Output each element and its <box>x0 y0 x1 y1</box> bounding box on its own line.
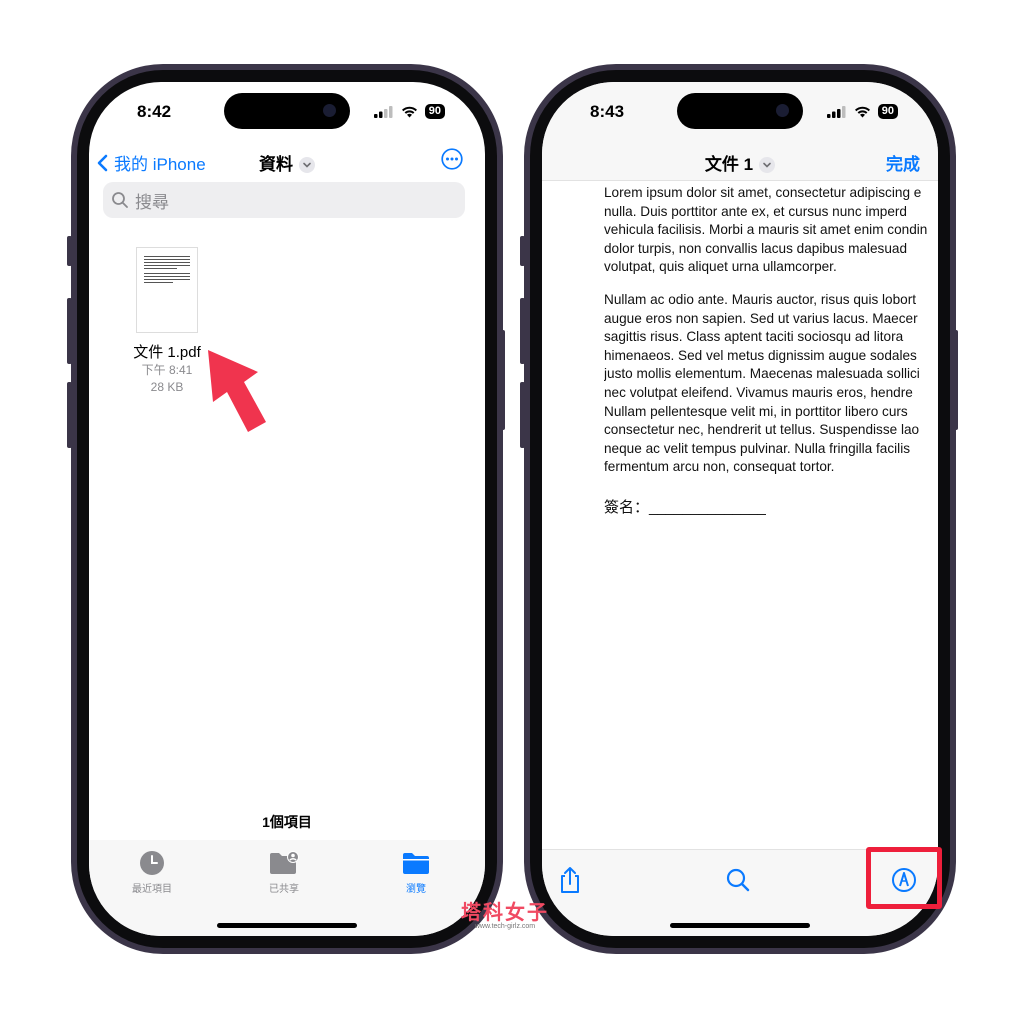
clock-icon <box>140 851 164 875</box>
text-line: himenaeos. Sed vel metus dignissim augue… <box>604 347 917 363</box>
signature-line: 簽名：______________ <box>604 498 766 516</box>
file-name: 文件 1.pdf <box>133 344 201 361</box>
tab-browse-label: 瀏覽 <box>406 884 426 895</box>
status-time: 8:42 <box>137 102 172 121</box>
text-line: justo mollis elementum. Maecenas malesua… <box>604 366 920 382</box>
text-line: Nullam pellentesque velit mi, in porttit… <box>604 403 908 419</box>
pdf-viewer-screen: 8:43 90 文件 1 完成 Lorem ipsum dolor sit am… <box>542 82 938 936</box>
left-phone: 8:42 90 我的 iPhone 資料 搜尋 文件 1.pdf 下午 8:41… <box>71 64 503 954</box>
shared-folder-icon <box>270 851 299 874</box>
done-button[interactable]: 完成 <box>886 150 920 175</box>
tab-browse[interactable]: 瀏覽 <box>371 850 461 895</box>
watermark: 塔科女子 www.tech-girlz.com <box>430 896 580 930</box>
wifi-icon <box>401 106 417 117</box>
text-line: nec volutpat eleifend. Vivamus mauris er… <box>604 384 913 400</box>
paragraph-2: Nullam ac odio ante. Mauris auctor, risu… <box>604 291 938 477</box>
tab-shared[interactable]: 已共享 <box>239 850 329 895</box>
cellular-signal-icon <box>373 105 393 118</box>
tab-recents-label: 最近項目 <box>132 884 172 895</box>
tab-recents[interactable]: 最近項目 <box>107 850 197 895</box>
search-icon[interactable] <box>722 864 754 896</box>
text-line: volutpat, quis aliquet urna ullamcorper. <box>604 259 837 275</box>
text-line: vehicula facilisis. Morbi a mauris sit a… <box>604 222 928 238</box>
folder-icon <box>403 853 429 874</box>
share-icon[interactable] <box>554 864 586 896</box>
markup-highlight-box <box>866 847 942 909</box>
search-icon <box>112 192 128 208</box>
folder-title[interactable]: 資料 <box>89 150 485 175</box>
text-line: dolor turpis, non convallis lacus dapibu… <box>604 240 908 256</box>
document-title[interactable]: 文件 1 <box>542 150 938 175</box>
search-placeholder: 搜尋 <box>135 192 169 212</box>
text-line: neque ac velit tempus pulvinar. Nulla fr… <box>604 440 911 456</box>
home-indicator <box>217 923 357 928</box>
pdf-page-content: Lorem ipsum dolor sit amet, consectetur … <box>604 184 938 518</box>
text-line: nulla. Duis porttitor ante ex, et cursus… <box>604 203 907 219</box>
battery-indicator: 90 <box>424 104 445 119</box>
status-icons: 90 <box>826 104 898 119</box>
text-line: augue eros non sapien. Sed ut varius lac… <box>604 310 918 326</box>
items-count: 1個項目 <box>262 814 312 830</box>
tab-bar: 最近項目 已共享 瀏覽 <box>89 840 485 936</box>
text-line: Nullam ac odio ante. Mauris auctor, risu… <box>604 291 917 307</box>
more-options-icon[interactable] <box>441 148 463 170</box>
annotation-arrow-icon <box>208 350 266 432</box>
dynamic-island <box>677 93 803 129</box>
search-field[interactable]: 搜尋 <box>103 182 465 218</box>
dynamic-island <box>224 93 350 129</box>
home-indicator <box>670 923 810 928</box>
right-phone: 8:43 90 文件 1 完成 Lorem ipsum dolor sit am… <box>524 64 956 954</box>
status-time: 8:43 <box>590 102 625 121</box>
pdf-thumbnail <box>136 247 198 333</box>
battery-indicator: 90 <box>877 104 898 119</box>
chevron-down-icon <box>299 156 315 173</box>
files-app-screen: 8:42 90 我的 iPhone 資料 搜尋 文件 1.pdf 下午 8:41… <box>89 82 485 936</box>
wifi-icon <box>854 106 870 117</box>
cellular-signal-icon <box>826 105 846 118</box>
tab-shared-label: 已共享 <box>269 884 299 895</box>
text-line: Lorem ipsum dolor sit amet, consectetur … <box>604 185 922 200</box>
watermark-url: www.tech-girlz.com <box>474 923 536 930</box>
paragraph-1: Lorem ipsum dolor sit amet, consectetur … <box>604 184 938 277</box>
chevron-down-icon <box>759 156 776 173</box>
document-title-label: 文件 1 <box>704 155 754 174</box>
text-line: consectetur nec, hendrerit ut tellus. Su… <box>604 422 920 438</box>
text-line: sagittis risus. Class aptent taciti soci… <box>604 329 904 345</box>
text-line: fermentum arcu non, consequat tortor. <box>604 459 835 475</box>
file-time: 下午 8:41 <box>141 363 193 377</box>
status-icons: 90 <box>373 104 445 119</box>
file-size: 28 KB <box>150 380 184 394</box>
folder-title-label: 資料 <box>259 155 293 174</box>
watermark-brand: 塔科女子 <box>461 902 549 924</box>
file-item[interactable]: 文件 1.pdf 下午 8:41 28 KB <box>125 247 209 396</box>
